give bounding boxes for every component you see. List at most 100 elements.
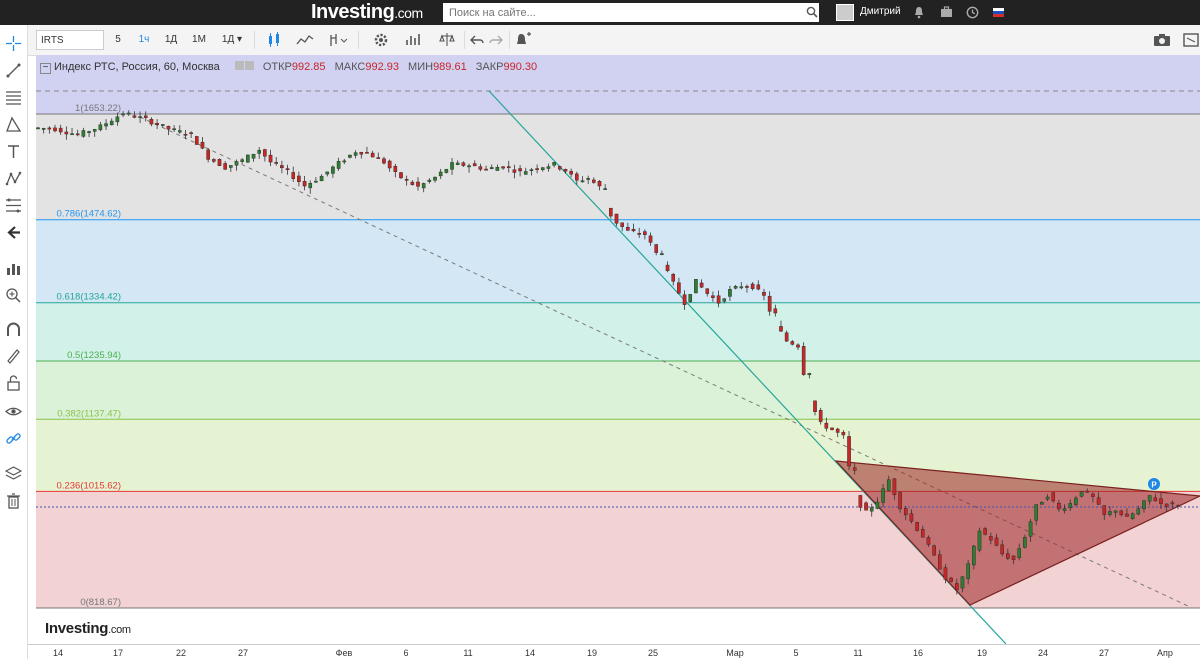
camera-icon[interactable] [1153,30,1171,50]
search-icon[interactable] [806,6,818,18]
candle-body [1057,502,1061,510]
candle-body [160,124,165,126]
candle-body [47,127,52,130]
candle-body [796,344,800,348]
interval-1m[interactable]: 1М [189,30,209,50]
candle-body [977,530,982,551]
eye-icon[interactable] [5,403,22,420]
settings-icon[interactable] [373,30,389,50]
candle-body [444,169,449,173]
back-arrow-icon[interactable] [5,224,22,241]
interval-5[interactable]: 5 [112,30,124,50]
candle-body [234,161,239,166]
candle-body [535,168,539,170]
candle-body [1079,491,1084,497]
x-axis-tick-label: 27 [1098,648,1110,658]
candle-body [813,400,817,413]
logo-suffix: .com [394,5,423,21]
candle-body [903,508,908,516]
candle-body [830,427,834,430]
interval-1d[interactable]: 1Д [161,30,181,50]
candle-body [557,166,562,170]
time-axis[interactable]: 14 17 22 27 Фев 6 11 14 19 25 Мар 5 11 16 19 24 27 Апр [28,644,1200,660]
fib-tool-icon[interactable] [5,197,22,214]
username[interactable]: Дмитрий [860,6,901,17]
candle-body [370,152,375,158]
avatar[interactable] [836,4,854,21]
search-input[interactable] [443,3,819,22]
candle-body [58,127,63,133]
candle-body [682,294,687,305]
candle-body [626,227,630,231]
candle-body [348,154,352,158]
candle-body [166,125,171,130]
trend-line-icon[interactable] [5,62,22,79]
zoom-icon[interactable] [5,287,22,304]
fib-band [36,114,1200,220]
candle-body [767,295,772,312]
clock-icon[interactable] [966,6,979,19]
candle-body [1011,555,1016,560]
chart-toolbar: IRTS 5 1ч 1Д 1М 1Д ▾ [28,25,1200,56]
legend-title: Индекс РТС, Россия, 60, Москва [54,61,220,73]
magnet-icon[interactable] [5,321,22,338]
candle-body [64,131,69,135]
candle-body [932,545,936,556]
interval-dropdown[interactable]: 1Д ▾ [217,30,247,50]
candle-body [1147,495,1152,502]
chart-legend: − Индекс РТС, Россия, 60, Москва ОТКР992.… [40,61,543,74]
redo-icon[interactable] [489,30,503,50]
briefcase-icon[interactable] [940,6,953,18]
x-axis-tick-label: Фев [335,648,353,658]
candle-body [251,153,256,159]
legend-hide-icon[interactable] [244,61,254,70]
language-flag-icon[interactable] [993,8,1004,17]
candle-body [291,172,296,179]
bell-icon[interactable] [913,6,925,19]
candle-body [881,488,885,503]
candle-body [643,231,647,235]
layers-icon[interactable] [5,465,22,482]
pattern-icon[interactable] [5,170,22,187]
candle-body [331,166,335,174]
candle-body [393,165,398,172]
scales-icon[interactable] [438,30,456,50]
price-chart[interactable]: 1(1653.22) 0.786(1474.62) 0.618(1334.42) 0.… [36,55,1200,644]
candle-body [87,131,91,133]
crosshair-icon[interactable] [5,35,22,52]
interval-1h[interactable]: 1ч [134,30,154,50]
link-icon[interactable] [5,430,22,447]
candle-body [603,188,607,190]
symbol-input[interactable]: IRTS [36,30,104,50]
legend-close-value: 990.30 [503,61,538,73]
candle-body [319,175,324,182]
lock-icon[interactable] [5,374,22,391]
indicators-icon[interactable] [5,260,22,277]
compare-icon[interactable] [296,30,314,50]
templates-icon[interactable] [405,30,423,50]
angle-icon[interactable] [5,116,22,133]
text-icon[interactable] [5,143,22,160]
candle-body [920,529,925,538]
trash-icon[interactable] [5,492,22,509]
candle-body [109,120,114,126]
legend-collapse-icon[interactable]: − [40,63,51,74]
candle-style-icon[interactable] [266,30,282,50]
legend-settings-icon[interactable] [234,61,244,70]
candle-body [1142,500,1146,510]
candle-body [506,166,511,168]
alert-icon[interactable] [514,30,532,50]
horizontal-lines-icon[interactable] [5,89,22,106]
candle-body [512,169,517,173]
indicators-menu-icon[interactable] [328,30,348,50]
fullscreen-icon[interactable] [1182,30,1200,50]
marker-label: P [1151,481,1157,490]
candle-body [263,149,267,157]
candle-body [268,154,273,163]
candle-body [745,286,749,288]
candle-body [1170,502,1175,505]
pencil-lock-icon[interactable] [5,347,22,364]
site-logo[interactable]: Investing.com [311,1,423,24]
candle-body [1023,537,1027,548]
undo-icon[interactable] [470,30,484,50]
